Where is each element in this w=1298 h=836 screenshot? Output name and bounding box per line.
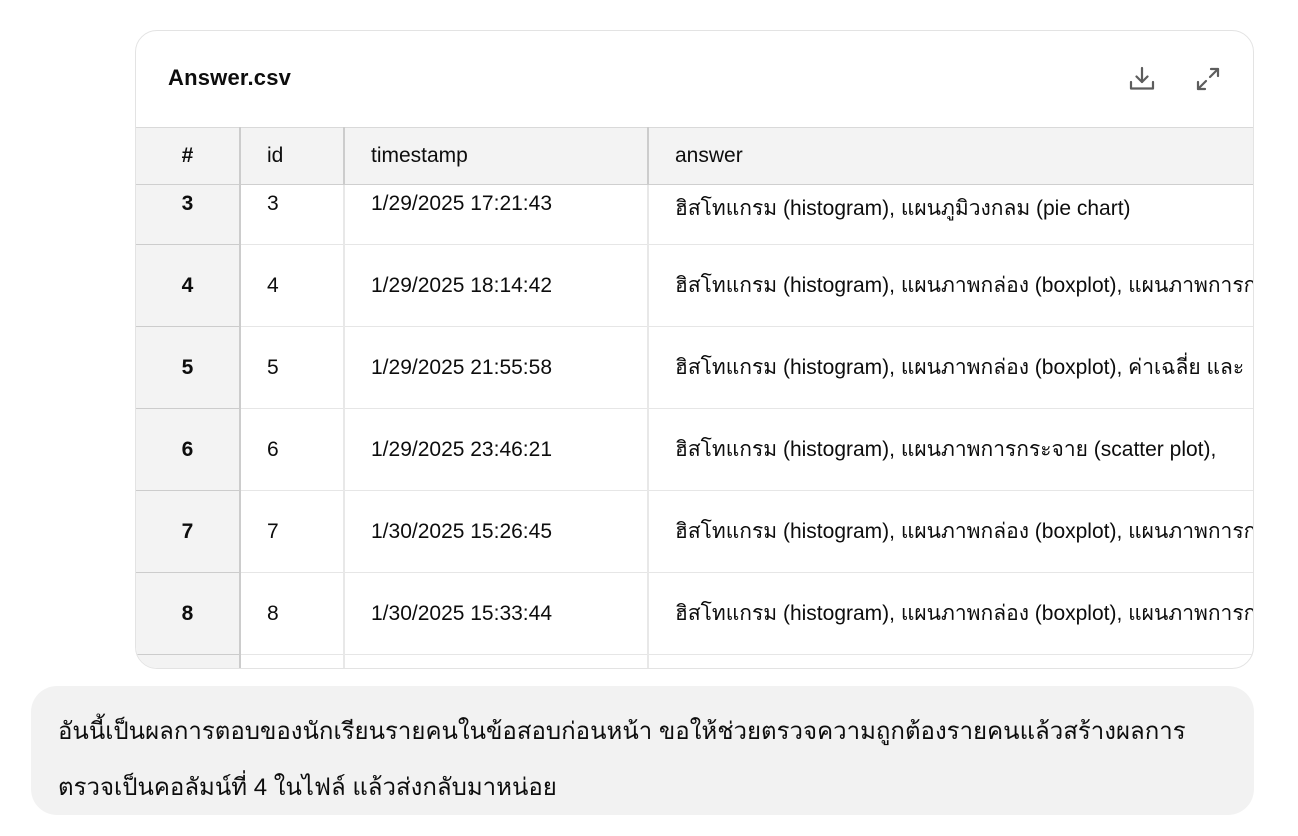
row-number: 4 bbox=[136, 244, 241, 327]
table-row: 8 8 1/30/2025 15:33:44 ฮิสโทแกรม (histog… bbox=[136, 572, 1253, 655]
cell-answer[interactable]: ฮิสโทแกรม (histogram), แผนภาพกล่อง (boxp… bbox=[648, 326, 1253, 409]
file-title: Answer.csv bbox=[168, 65, 292, 90]
column-header-num[interactable]: # bbox=[136, 127, 241, 185]
expand-icon bbox=[1196, 67, 1220, 91]
cell-answer[interactable]: ฮิสโทแกรม (histogram), แผนภาพกล่อง (boxp… bbox=[648, 244, 1253, 327]
table-row-partial bbox=[136, 654, 1253, 668]
cell-id[interactable] bbox=[240, 654, 345, 668]
cell-id[interactable]: 7 bbox=[240, 490, 345, 573]
cell-answer[interactable]: ฮิสโทแกรม (histogram), แผนภูมิวงกลม (pie… bbox=[648, 184, 1253, 245]
table-header-row: # id timestamp answer bbox=[136, 127, 1253, 185]
column-header-answer[interactable]: answer bbox=[648, 127, 1253, 185]
cell-timestamp[interactable]: 1/29/2025 17:21:43 bbox=[344, 184, 649, 245]
row-number: 5 bbox=[136, 326, 241, 409]
user-message-text: อันนี้เป็นผลการตอบของนักเรียนรายคนในข้อส… bbox=[58, 718, 1186, 801]
table-scroll-area[interactable]: # id timestamp answer 3 3 1/29/2025 17:2… bbox=[136, 127, 1253, 668]
row-number: 3 bbox=[136, 184, 241, 245]
card-header: Answer.csv bbox=[136, 31, 1253, 127]
row-number: 7 bbox=[136, 490, 241, 573]
table-row: 5 5 1/29/2025 21:55:58 ฮิสโทแกรม (histog… bbox=[136, 326, 1253, 409]
csv-preview-card: Answer.csv # id timestamp answer 3 3 1/2… bbox=[135, 30, 1254, 669]
cell-timestamp[interactable]: 1/30/2025 15:26:45 bbox=[344, 490, 649, 573]
cell-timestamp[interactable]: 1/29/2025 18:14:42 bbox=[344, 244, 649, 327]
row-number: 8 bbox=[136, 572, 241, 655]
cell-timestamp[interactable]: 1/29/2025 23:46:21 bbox=[344, 408, 649, 491]
cell-id[interactable]: 6 bbox=[240, 408, 345, 491]
row-number: 6 bbox=[136, 408, 241, 491]
table-row: 4 4 1/29/2025 18:14:42 ฮิสโทแกรม (histog… bbox=[136, 244, 1253, 327]
cell-id[interactable]: 4 bbox=[240, 244, 345, 327]
user-message-bubble: อันนี้เป็นผลการตอบของนักเรียนรายคนในข้อส… bbox=[31, 686, 1254, 815]
column-header-id[interactable]: id bbox=[240, 127, 345, 185]
download-icon bbox=[1129, 66, 1155, 90]
cell-answer[interactable]: ฮิสโทแกรม (histogram), แผนภาพกล่อง (boxp… bbox=[648, 572, 1253, 655]
cell-id[interactable]: 8 bbox=[240, 572, 345, 655]
cell-id[interactable]: 3 bbox=[240, 184, 345, 245]
table-row: 6 6 1/29/2025 23:46:21 ฮิสโทแกรม (histog… bbox=[136, 408, 1253, 491]
cell-answer[interactable] bbox=[648, 654, 1253, 668]
row-number bbox=[136, 654, 241, 668]
download-button[interactable] bbox=[1124, 61, 1160, 97]
column-header-timestamp[interactable]: timestamp bbox=[344, 127, 649, 185]
cell-answer[interactable]: ฮิสโทแกรม (histogram), แผนภาพการกระจาย (… bbox=[648, 408, 1253, 491]
csv-table: # id timestamp answer 3 3 1/29/2025 17:2… bbox=[136, 127, 1253, 668]
table-row: 7 7 1/30/2025 15:26:45 ฮิสโทแกรม (histog… bbox=[136, 490, 1253, 573]
cell-timestamp[interactable]: 1/30/2025 15:33:44 bbox=[344, 572, 649, 655]
cell-id[interactable]: 5 bbox=[240, 326, 345, 409]
cell-timestamp[interactable] bbox=[344, 654, 649, 668]
expand-button[interactable] bbox=[1190, 61, 1226, 97]
cell-timestamp[interactable]: 1/29/2025 21:55:58 bbox=[344, 326, 649, 409]
cell-answer[interactable]: ฮิสโทแกรม (histogram), แผนภาพกล่อง (boxp… bbox=[648, 490, 1253, 573]
table-row: 3 3 1/29/2025 17:21:43 ฮิสโทแกรม (histog… bbox=[136, 184, 1253, 245]
